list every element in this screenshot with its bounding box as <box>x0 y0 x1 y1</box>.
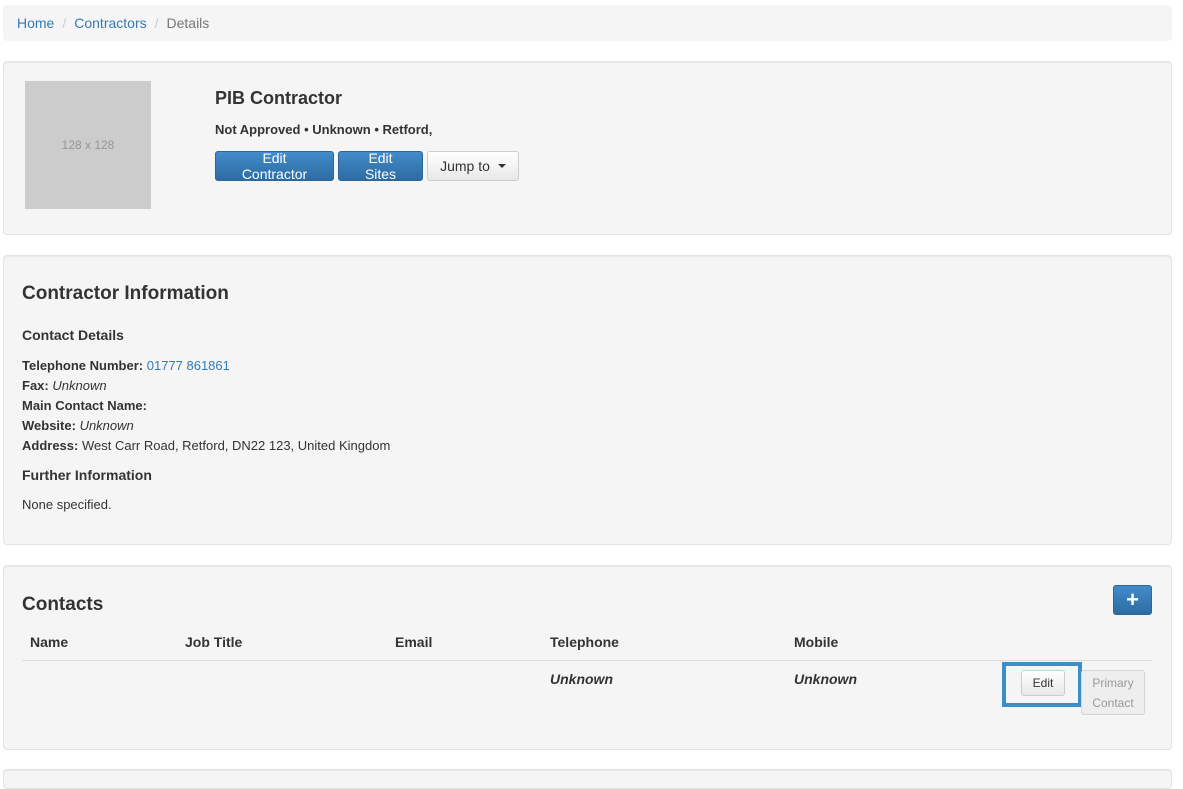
breadcrumb-separator: / <box>62 15 67 31</box>
contractor-title: PIB Contractor <box>215 88 343 108</box>
edit-contact-button[interactable]: Edit <box>1021 670 1065 696</box>
contractor-header-panel: 128 x 128 PIB Contractor Not Approved • … <box>3 61 1172 235</box>
further-information-heading: Further Information <box>22 467 152 483</box>
header-button-group: Edit Contractor Edit Sites Jump to <box>215 150 519 182</box>
fax-value: Unknown <box>52 378 107 393</box>
primary-contact-label-line1: Primary <box>1092 675 1134 690</box>
contractor-logo-placeholder: 128 x 128 <box>25 81 151 209</box>
fax-row: Fax: Unknown <box>22 376 390 396</box>
jump-to-label: Jump to <box>440 158 490 174</box>
column-header-telephone: Telephone <box>550 634 619 650</box>
contractor-information-panel: Contractor Information Contact Details T… <box>3 255 1172 545</box>
contacts-heading: Contacts <box>22 594 104 615</box>
breadcrumb: Home / Contractors / Details <box>3 5 1172 41</box>
breadcrumb-separator: / <box>154 15 159 31</box>
website-row: Website: Unknown <box>22 416 390 436</box>
column-header-job-title: Job Title <box>185 634 243 650</box>
contact-telephone-cell: Unknown <box>550 671 613 687</box>
primary-contact-label-line2: Contact <box>1092 695 1134 710</box>
telephone-label: Telephone Number: <box>22 358 144 373</box>
further-information-text: None specified. <box>22 497 112 512</box>
jump-to-dropdown-button[interactable]: Jump to <box>427 151 519 181</box>
address-value: West Carr Road, Retford, DN22 123, Unite… <box>81 438 391 453</box>
breadcrumb-current: Details <box>166 15 210 31</box>
contractor-information-heading: Contractor Information <box>22 283 229 304</box>
address-row: Address: West Carr Road, Retford, DN22 1… <box>22 436 390 456</box>
contacts-panel: Contacts + Name Job Title Email Telephon… <box>3 565 1172 750</box>
primary-contact-button[interactable]: Primary Contact <box>1081 670 1145 715</box>
plus-icon: + <box>1126 587 1139 612</box>
main-contact-label: Main Contact Name: <box>22 398 147 413</box>
telephone-link[interactable]: 01777 861861 <box>147 358 230 373</box>
breadcrumb-contractors-link[interactable]: Contractors <box>74 15 146 31</box>
website-value: Unknown <box>79 418 134 433</box>
column-header-mobile: Mobile <box>794 634 839 650</box>
next-panel-edge <box>3 769 1172 789</box>
main-contact-row: Main Contact Name: <box>22 396 390 416</box>
contact-details-heading: Contact Details <box>22 327 124 343</box>
edit-contractor-button[interactable]: Edit Contractor <box>215 150 334 182</box>
table-header-divider <box>22 660 1152 661</box>
telephone-row: Telephone Number: 01777 861861 <box>22 356 390 376</box>
breadcrumb-home-link[interactable]: Home <box>17 15 54 31</box>
caret-down-icon <box>497 164 506 168</box>
fax-label: Fax: <box>22 378 49 393</box>
website-label: Website: <box>22 418 76 433</box>
column-header-email: Email <box>395 634 433 650</box>
contact-mobile-cell: Unknown <box>794 671 857 687</box>
address-label: Address: <box>22 438 79 453</box>
contractor-status-line: Not Approved • Unknown • Retford, <box>215 122 433 137</box>
column-header-name: Name <box>30 634 69 650</box>
edit-sites-button[interactable]: Edit Sites <box>338 150 423 182</box>
contact-details-list: Telephone Number: 01777 861861 Fax: Unkn… <box>22 356 390 456</box>
add-contact-button[interactable]: + <box>1113 585 1152 615</box>
